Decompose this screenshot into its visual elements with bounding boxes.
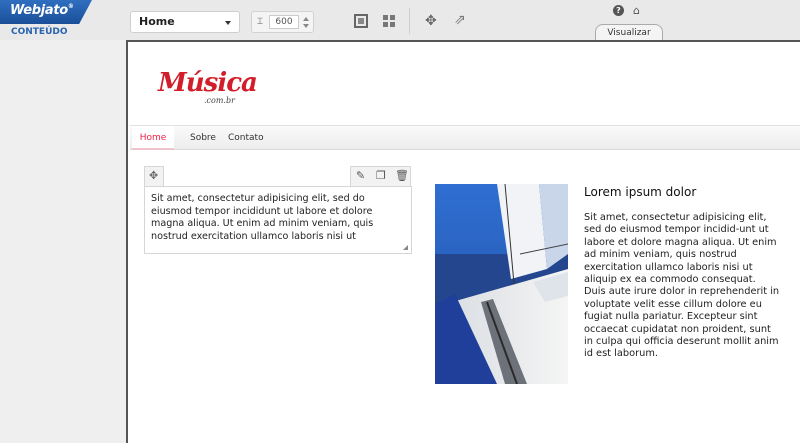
nav-item-home[interactable]: Home [132,126,174,150]
sailboat-image[interactable] [435,184,568,384]
width-icon: ⌶ [257,16,264,27]
layout-grid-icon[interactable] [382,14,396,28]
section-label: CONTEÚDO [11,27,68,37]
article-title: Lorem ipsum dolor [584,185,697,199]
webjato-logo[interactable]: Webjato® [10,3,74,18]
nav-item-contato[interactable]: Contato [228,126,264,150]
copy-icon[interactable]: ❐ [376,169,386,182]
decrement-icon[interactable] [303,24,309,28]
left-sidebar [0,40,126,443]
share-icon[interactable]: ⇗ [454,12,468,28]
home-icon[interactable]: ⌂ [633,4,640,17]
drag-icon[interactable]: ✥ [149,169,158,182]
site-logo[interactable]: Música .com.br [158,68,258,105]
resize-handle-icon[interactable] [403,245,408,250]
nav-item-sobre[interactable]: Sobre [190,126,216,150]
help-icon[interactable]: ? [613,5,624,16]
chevron-down-icon [225,21,231,25]
width-input[interactable]: 600 [269,15,299,29]
increment-icon[interactable] [303,17,309,21]
block-drag-handle[interactable]: ✥ [144,166,164,186]
toolbar-divider [409,8,410,34]
text-block[interactable]: Sit amet, consectetur adipisicing elit, … [144,186,412,254]
move-icon[interactable]: ✥ [425,13,439,29]
page-select[interactable]: Home [130,11,240,33]
width-stepper[interactable]: ⌶ 600 [251,11,314,33]
trash-icon[interactable]: 🗑 [395,169,409,182]
preview-tab[interactable]: Visualizar [595,24,663,41]
edit-icon[interactable]: ✎ [356,169,365,182]
layout-single-icon[interactable] [354,14,368,28]
page-canvas: Música .com.br Home Sobre Contato ✥ ✎ ❐ … [126,40,800,443]
site-nav: Home Sobre Contato [130,125,800,150]
block-actions: ✎ ❐ 🗑 [350,166,411,186]
article-body: Sit amet, consectetur adipisicing elit, … [584,212,780,360]
